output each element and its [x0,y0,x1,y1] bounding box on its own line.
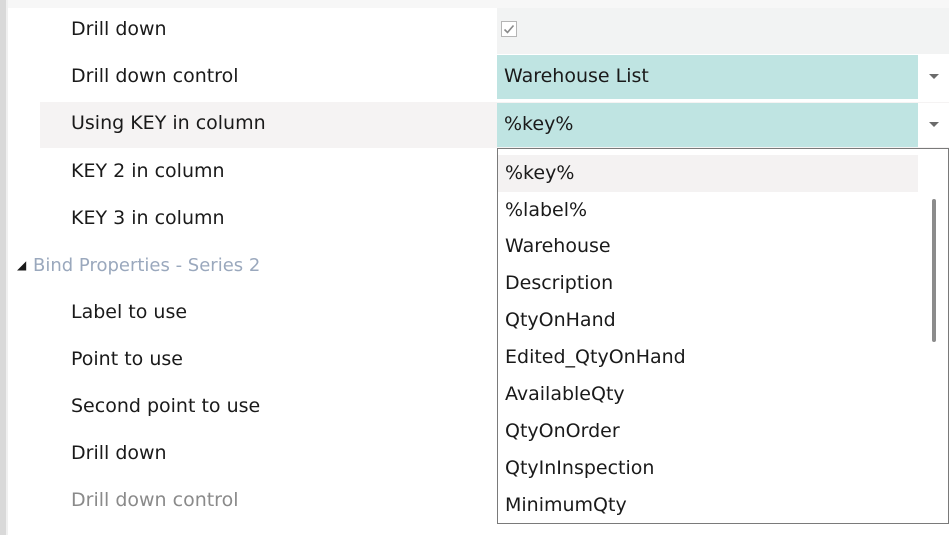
property-label: KEY 3 in column [71,207,225,229]
dropdown-option[interactable]: %key% [498,155,918,192]
property-label: Label to use [71,301,188,323]
dropdown-option[interactable]: AvailableQty [498,376,918,413]
dropdown-scrollbar-thumb[interactable] [932,199,936,342]
property-label: Drill down control [71,65,239,87]
collapse-triangle-icon[interactable]: ◢ [17,258,26,272]
property-label: KEY 2 in column [71,160,225,182]
dropdown-option[interactable]: Edited_QtyOnHand [498,339,918,376]
dropdown-option[interactable]: %label% [498,192,918,229]
dropdown-option[interactable]: QtyOnOrder [498,413,918,450]
drill-down-control-value-text: Warehouse List [504,65,649,87]
chevron-down-icon [929,74,939,79]
property-label: Point to use [71,348,183,370]
dropdown-option[interactable]: MinimumQty [498,487,918,523]
dropdown-option[interactable]: QtyOnHand [498,302,918,339]
drill-down-control-value[interactable]: Warehouse List [497,55,918,99]
key-column-dropdown-list[interactable]: %key% %label% Warehouse Description QtyO… [497,148,949,524]
drill-down-control-dropdown-button[interactable] [918,55,949,99]
drill-down-checkbox[interactable] [501,21,517,37]
dropdown-option[interactable]: QtyInInspection [498,450,918,487]
top-strip [0,0,949,8]
dropdown-option[interactable]: Warehouse [498,228,918,265]
section-title: Bind Properties - Series 2 [33,255,261,276]
property-label: Second point to use [71,395,261,417]
property-label: Drill down control [71,489,239,511]
drill-down-value-cell[interactable] [497,8,949,54]
property-label: Drill down [71,18,167,40]
property-label: Using KEY in column [71,112,266,134]
using-key-value[interactable]: %key% [497,103,918,147]
chevron-down-icon [929,122,939,127]
dropdown-option[interactable]: Description [498,265,918,302]
property-label: Drill down [71,442,167,464]
check-icon [503,24,515,34]
using-key-value-text: %key% [504,113,574,135]
using-key-dropdown-button[interactable] [918,103,949,147]
